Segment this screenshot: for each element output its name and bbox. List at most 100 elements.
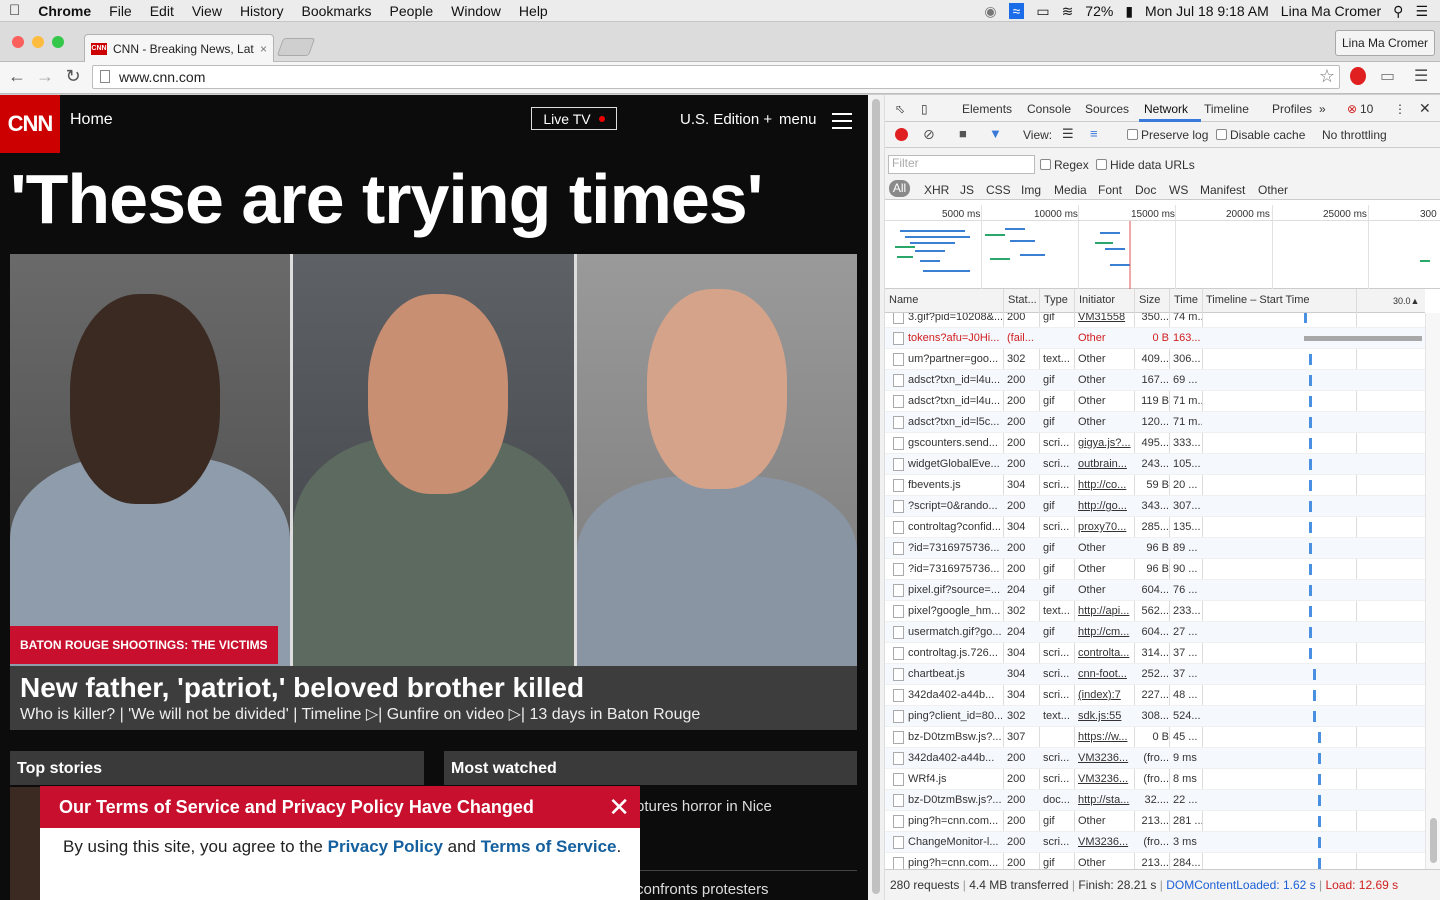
menu-bookmarks[interactable]: Bookmarks xyxy=(293,3,381,19)
clear-icon[interactable]: ⊘ xyxy=(923,126,935,143)
cell-init[interactable]: http://go... xyxy=(1078,500,1134,512)
table-row[interactable]: ?id=7316975736... 200 gif Other 96 B 89 ... xyxy=(885,538,1425,559)
cell-init[interactable]: http://api... xyxy=(1078,605,1134,617)
menu-edit[interactable]: Edit xyxy=(141,3,183,19)
menu-view[interactable]: View xyxy=(183,3,231,19)
table-row[interactable]: bz-D0tzmBsw.js?... 307 https://w... 0 B 45 .… xyxy=(885,727,1425,748)
menu-file[interactable]: File xyxy=(100,3,141,19)
col-initiator[interactable]: Initiator xyxy=(1079,294,1115,306)
table-row[interactable]: ping?h=cnn.com... 200 gif Other 213... 284... xyxy=(885,853,1425,869)
victims-photo[interactable] xyxy=(10,254,857,666)
hamburger-menu-icon[interactable] xyxy=(832,113,852,134)
back-arrow-icon[interactable]: ← xyxy=(6,66,28,87)
story-title[interactable]: New father, 'patriot,' beloved brother k… xyxy=(20,672,584,704)
live-tv-button[interactable]: Live TV xyxy=(531,107,617,130)
col-type[interactable]: Type xyxy=(1044,294,1068,306)
profile-button[interactable]: Lina Ma Cromer xyxy=(1335,30,1435,56)
col-timeline[interactable]: Timeline – Start Time xyxy=(1206,294,1310,306)
requests-scrollbar[interactable] xyxy=(1425,313,1440,869)
reload-icon[interactable]: ↻ xyxy=(62,66,84,87)
tab-profiles[interactable]: Profiles xyxy=(1272,102,1312,116)
clock[interactable]: Mon Jul 18 9:18 AM xyxy=(1145,3,1269,19)
terms-of-service-link[interactable]: Terms of Service xyxy=(481,837,617,856)
table-row[interactable]: pixel.gif?source=... 204 gif Other 604... 76 … xyxy=(885,580,1425,601)
user-name[interactable]: Lina Ma Cromer xyxy=(1281,3,1381,19)
tab-console[interactable]: Console xyxy=(1027,102,1071,116)
col-size[interactable]: Size xyxy=(1139,294,1160,306)
table-row[interactable]: ?id=7316975736... 200 gif Other 96 B 90 ... xyxy=(885,559,1425,580)
type-filter-xhr[interactable]: XHR xyxy=(924,183,949,197)
type-filter-js[interactable]: JS xyxy=(960,183,974,197)
tab-elements[interactable]: Elements xyxy=(962,102,1012,116)
battery-percent[interactable]: 72% xyxy=(1085,3,1113,19)
cell-init[interactable]: http://cm... xyxy=(1078,626,1134,638)
table-row[interactable]: gscounters.send... 200 scri... gigya.js?...… xyxy=(885,433,1425,454)
cell-init[interactable]: sdk.js:55 xyxy=(1078,710,1134,722)
cast-icon[interactable]: ▭ xyxy=(1380,66,1395,86)
device-mode-icon[interactable]: ▯ xyxy=(921,102,928,116)
col-name[interactable]: Name xyxy=(889,294,918,306)
cell-init[interactable]: (index):7 xyxy=(1078,689,1134,701)
cell-init[interactable]: VM3236... xyxy=(1078,836,1134,848)
spotlight-icon[interactable]: ⚲ xyxy=(1393,3,1403,20)
table-row[interactable]: pixel?google_hm... 302 text... http://api..… xyxy=(885,601,1425,622)
browser-tab[interactable]: CNN CNN - Breaking News, Late × xyxy=(84,34,274,62)
type-filter-css[interactable]: CSS xyxy=(986,183,1011,197)
table-row[interactable]: tokens?afu=J0Hi... (fail... Other 0 B 163... xyxy=(885,328,1425,349)
error-count[interactable]: 10 xyxy=(1360,102,1373,116)
cell-init[interactable]: outbrain... xyxy=(1078,458,1134,470)
wifi-icon[interactable]: ≋ xyxy=(1062,3,1074,20)
cell-init[interactable]: VM3236... xyxy=(1078,752,1134,764)
type-filter-media[interactable]: Media xyxy=(1054,183,1087,197)
tab-network[interactable]: Network xyxy=(1144,102,1188,116)
table-row[interactable]: WRf4.js 200 scri... VM3236... (fro... 8 ms xyxy=(885,769,1425,790)
inspect-element-icon[interactable]: ⬁ xyxy=(895,102,905,116)
cnn-home-link[interactable]: Home xyxy=(70,111,113,129)
privacy-policy-link[interactable]: Privacy Policy xyxy=(328,837,443,856)
type-filter-other[interactable]: Other xyxy=(1258,183,1288,197)
new-tab-button[interactable] xyxy=(276,38,316,56)
devtools-menu-icon[interactable]: ⋮ xyxy=(1394,102,1406,116)
preserve-log-checkbox[interactable]: Preserve log xyxy=(1127,128,1208,142)
capture-screenshots-icon[interactable]: ■ xyxy=(959,126,967,141)
opera-extension-icon[interactable] xyxy=(1350,67,1366,85)
address-bar[interactable]: www.cnn.com ☆ xyxy=(92,65,1340,89)
most-watched-item[interactable]: confronts protesters xyxy=(636,881,769,898)
creative-cloud-icon[interactable]: ◉ xyxy=(984,3,996,20)
table-row[interactable]: bz-D0tzmBsw.js?... 200 doc... http://sta...… xyxy=(885,790,1425,811)
col-status[interactable]: Stat... xyxy=(1008,294,1037,306)
error-icon[interactable]: ⊗ xyxy=(1347,102,1357,116)
table-row[interactable]: um?partner=goo... 302 text... Other 409... 30… xyxy=(885,349,1425,370)
cell-init[interactable]: cnn-foot... xyxy=(1078,668,1134,680)
overview-icon[interactable]: ≡ xyxy=(1090,126,1098,141)
table-row[interactable]: 342da402-a44b... 200 scri... VM3236... (fro.… xyxy=(885,748,1425,769)
large-rows-icon[interactable]: ☰ xyxy=(1062,126,1074,142)
regex-checkbox[interactable]: Regex xyxy=(1040,158,1089,172)
throttling-select[interactable]: No throttling xyxy=(1322,128,1387,142)
table-row[interactable]: ping?h=cnn.com... 200 gif Other 213... 281 ..… xyxy=(885,811,1425,832)
table-row[interactable]: ?script=0&rando... 200 gif http://go... 343.… xyxy=(885,496,1425,517)
cell-init[interactable]: https://w... xyxy=(1078,731,1134,743)
record-icon[interactable] xyxy=(895,128,908,141)
close-icon[interactable]: ✕ xyxy=(608,792,630,823)
cell-init[interactable]: VM31558 xyxy=(1078,313,1134,323)
menu-window[interactable]: Window xyxy=(442,3,510,19)
forward-arrow-icon[interactable]: → xyxy=(34,66,56,87)
table-row[interactable]: 342da402-a44b... 304 scri... (index):7 227..… xyxy=(885,685,1425,706)
menu-help[interactable]: Help xyxy=(510,3,557,19)
cell-init[interactable]: proxy70... xyxy=(1078,521,1134,533)
menu-app-name[interactable]: Chrome xyxy=(29,3,100,19)
apple-icon[interactable]:  xyxy=(0,2,29,19)
type-filter-font[interactable]: Font xyxy=(1098,183,1122,197)
edition-selector[interactable]: U.S. Edition + xyxy=(680,111,772,128)
table-row[interactable]: adsct?txn_id=l4u... 200 gif Other 119 B 71 m.… xyxy=(885,391,1425,412)
page-scrollbar[interactable] xyxy=(868,95,885,900)
battery-icon[interactable]: ▮ xyxy=(1125,3,1133,20)
table-row[interactable]: fbevents.js 304 scri... http://co... 59 B 20 … xyxy=(885,475,1425,496)
filter-icon[interactable]: ▼ xyxy=(989,126,1002,141)
cell-init[interactable]: gigya.js?... xyxy=(1078,437,1134,449)
type-filter-manifest[interactable]: Manifest xyxy=(1200,183,1245,197)
col-time[interactable]: Time xyxy=(1174,294,1198,306)
filter-input[interactable]: Filter xyxy=(888,155,1035,174)
chrome-menu-icon[interactable]: ☰ xyxy=(1414,66,1428,86)
